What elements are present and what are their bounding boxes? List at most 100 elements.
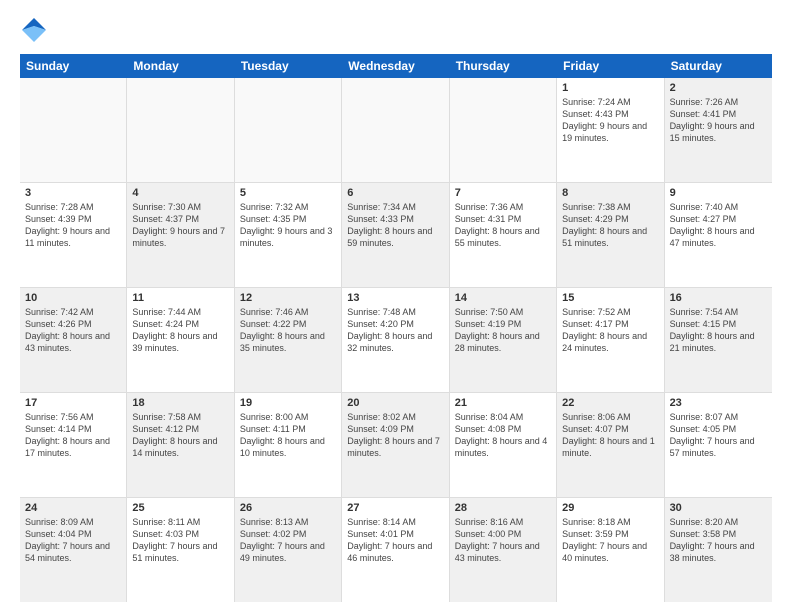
- cell-info: Sunrise: 7:28 AM Sunset: 4:39 PM Dayligh…: [25, 201, 121, 250]
- calendar-cell-2-1: 11 Sunrise: 7:44 AM Sunset: 4:24 PM Dayli…: [127, 288, 234, 392]
- day-number: 4: [132, 187, 228, 199]
- calendar-cell-4-3: 27 Sunrise: 8:14 AM Sunset: 4:01 PM Dayli…: [342, 498, 449, 602]
- calendar-cell-2-5: 15 Sunrise: 7:52 AM Sunset: 4:17 PM Dayli…: [557, 288, 664, 392]
- calendar-cell-0-0: [20, 78, 127, 182]
- logo: [20, 16, 52, 44]
- cell-info: Sunrise: 7:46 AM Sunset: 4:22 PM Dayligh…: [240, 306, 336, 355]
- calendar-cell-2-6: 16Sunrise: 7:54 AM Sunset: 4:15 PM Dayli…: [665, 288, 772, 392]
- calendar-cell-0-1: [127, 78, 234, 182]
- calendar-cell-4-4: 28 Sunrise: 8:16 AM Sunset: 4:00 PM Dayli…: [450, 498, 557, 602]
- day-number: 8: [562, 187, 658, 199]
- calendar-cell-4-0: 24 Sunrise: 8:09 AM Sunset: 4:04 PM Dayli…: [20, 498, 127, 602]
- cell-info: Sunrise: 7:44 AM Sunset: 4:24 PM Dayligh…: [132, 306, 228, 355]
- calendar-cell-4-2: 26 Sunrise: 8:13 AM Sunset: 4:02 PM Dayli…: [235, 498, 342, 602]
- day-number: 28: [455, 502, 551, 514]
- day-number: 22: [562, 397, 658, 409]
- weekday-header-wednesday: Wednesday: [342, 54, 449, 78]
- cell-info: Sunrise: 7:54 AM Sunset: 4:15 PM Dayligh…: [670, 306, 767, 355]
- calendar-cell-2-2: 12 Sunrise: 7:46 AM Sunset: 4:22 PM Dayli…: [235, 288, 342, 392]
- day-number: 17: [25, 397, 121, 409]
- cell-info: Sunrise: 8:20 AM Sunset: 3:58 PM Dayligh…: [670, 516, 767, 565]
- day-number: 14: [455, 292, 551, 304]
- calendar-cell-0-2: [235, 78, 342, 182]
- cell-info: Sunrise: 8:11 AM Sunset: 4:03 PM Dayligh…: [132, 516, 228, 565]
- weekday-header-monday: Monday: [127, 54, 234, 78]
- cell-info: Sunrise: 8:16 AM Sunset: 4:00 PM Dayligh…: [455, 516, 551, 565]
- day-number: 5: [240, 187, 336, 199]
- day-number: 26: [240, 502, 336, 514]
- calendar-cell-1-5: 8Sunrise: 7:38 AM Sunset: 4:29 PM Daylig…: [557, 183, 664, 287]
- cell-info: Sunrise: 7:58 AM Sunset: 4:12 PM Dayligh…: [132, 411, 228, 460]
- cell-info: Sunrise: 7:30 AM Sunset: 4:37 PM Dayligh…: [132, 201, 228, 250]
- day-number: 3: [25, 187, 121, 199]
- day-number: 24: [25, 502, 121, 514]
- cell-info: Sunrise: 8:14 AM Sunset: 4:01 PM Dayligh…: [347, 516, 443, 565]
- cell-info: Sunrise: 7:48 AM Sunset: 4:20 PM Dayligh…: [347, 306, 443, 355]
- page: SundayMondayTuesdayWednesdayThursdayFrid…: [0, 0, 792, 612]
- day-number: 15: [562, 292, 658, 304]
- cell-info: Sunrise: 7:42 AM Sunset: 4:26 PM Dayligh…: [25, 306, 121, 355]
- cell-info: Sunrise: 7:52 AM Sunset: 4:17 PM Dayligh…: [562, 306, 658, 355]
- calendar-cell-1-3: 6Sunrise: 7:34 AM Sunset: 4:33 PM Daylig…: [342, 183, 449, 287]
- calendar-cell-3-1: 18 Sunrise: 7:58 AM Sunset: 4:12 PM Dayli…: [127, 393, 234, 497]
- day-number: 19: [240, 397, 336, 409]
- weekday-header-sunday: Sunday: [20, 54, 127, 78]
- cell-info: Sunrise: 8:13 AM Sunset: 4:02 PM Dayligh…: [240, 516, 336, 565]
- cell-info: Sunrise: 7:24 AM Sunset: 4:43 PM Dayligh…: [562, 96, 658, 145]
- cell-info: Sunrise: 7:40 AM Sunset: 4:27 PM Dayligh…: [670, 201, 767, 250]
- calendar-cell-2-3: 13 Sunrise: 7:48 AM Sunset: 4:20 PM Dayli…: [342, 288, 449, 392]
- day-number: 21: [455, 397, 551, 409]
- cell-info: Sunrise: 8:06 AM Sunset: 4:07 PM Dayligh…: [562, 411, 658, 460]
- day-number: 20: [347, 397, 443, 409]
- calendar-cell-0-4: [450, 78, 557, 182]
- cell-info: Sunrise: 8:04 AM Sunset: 4:08 PM Dayligh…: [455, 411, 551, 460]
- calendar-cell-1-2: 5 Sunrise: 7:32 AM Sunset: 4:35 PM Daylig…: [235, 183, 342, 287]
- day-number: 29: [562, 502, 658, 514]
- day-number: 27: [347, 502, 443, 514]
- day-number: 25: [132, 502, 228, 514]
- day-number: 2: [670, 82, 767, 94]
- day-number: 18: [132, 397, 228, 409]
- calendar-row-4: 24 Sunrise: 8:09 AM Sunset: 4:04 PM Dayli…: [20, 498, 772, 602]
- calendar-cell-1-1: 4 Sunrise: 7:30 AM Sunset: 4:37 PM Daylig…: [127, 183, 234, 287]
- cell-info: Sunrise: 7:56 AM Sunset: 4:14 PM Dayligh…: [25, 411, 121, 460]
- day-number: 7: [455, 187, 551, 199]
- cell-info: Sunrise: 7:50 AM Sunset: 4:19 PM Dayligh…: [455, 306, 551, 355]
- day-number: 30: [670, 502, 767, 514]
- cell-info: Sunrise: 7:26 AM Sunset: 4:41 PM Dayligh…: [670, 96, 767, 145]
- calendar-cell-0-6: 2 Sunrise: 7:26 AM Sunset: 4:41 PM Daylig…: [665, 78, 772, 182]
- day-number: 1: [562, 82, 658, 94]
- cell-info: Sunrise: 8:07 AM Sunset: 4:05 PM Dayligh…: [670, 411, 767, 460]
- cell-info: Sunrise: 8:00 AM Sunset: 4:11 PM Dayligh…: [240, 411, 336, 460]
- calendar-cell-3-6: 23Sunrise: 8:07 AM Sunset: 4:05 PM Dayli…: [665, 393, 772, 497]
- weekday-header-friday: Friday: [557, 54, 664, 78]
- calendar-cell-2-4: 14 Sunrise: 7:50 AM Sunset: 4:19 PM Dayli…: [450, 288, 557, 392]
- day-number: 12: [240, 292, 336, 304]
- calendar-body: 1 Sunrise: 7:24 AM Sunset: 4:43 PM Daylig…: [20, 78, 772, 602]
- day-number: 11: [132, 292, 228, 304]
- calendar-cell-3-3: 20Sunrise: 8:02 AM Sunset: 4:09 PM Dayli…: [342, 393, 449, 497]
- logo-icon: [20, 16, 48, 44]
- calendar-cell-4-5: 29Sunrise: 8:18 AM Sunset: 3:59 PM Dayli…: [557, 498, 664, 602]
- calendar-cell-2-0: 10Sunrise: 7:42 AM Sunset: 4:26 PM Dayli…: [20, 288, 127, 392]
- calendar-cell-3-2: 19 Sunrise: 8:00 AM Sunset: 4:11 PM Dayli…: [235, 393, 342, 497]
- cell-info: Sunrise: 7:34 AM Sunset: 4:33 PM Dayligh…: [347, 201, 443, 250]
- calendar-row-0: 1 Sunrise: 7:24 AM Sunset: 4:43 PM Daylig…: [20, 78, 772, 183]
- calendar: SundayMondayTuesdayWednesdayThursdayFrid…: [20, 54, 772, 602]
- weekday-header-tuesday: Tuesday: [235, 54, 342, 78]
- calendar-cell-1-0: 3 Sunrise: 7:28 AM Sunset: 4:39 PM Daylig…: [20, 183, 127, 287]
- calendar-row-3: 17 Sunrise: 7:56 AM Sunset: 4:14 PM Dayli…: [20, 393, 772, 498]
- weekday-header-thursday: Thursday: [450, 54, 557, 78]
- calendar-cell-1-4: 7 Sunrise: 7:36 AM Sunset: 4:31 PM Daylig…: [450, 183, 557, 287]
- cell-info: Sunrise: 7:32 AM Sunset: 4:35 PM Dayligh…: [240, 201, 336, 250]
- cell-info: Sunrise: 8:09 AM Sunset: 4:04 PM Dayligh…: [25, 516, 121, 565]
- calendar-header: SundayMondayTuesdayWednesdayThursdayFrid…: [20, 54, 772, 78]
- calendar-row-1: 3 Sunrise: 7:28 AM Sunset: 4:39 PM Daylig…: [20, 183, 772, 288]
- calendar-cell-4-6: 30 Sunrise: 8:20 AM Sunset: 3:58 PM Dayli…: [665, 498, 772, 602]
- cell-info: Sunrise: 7:36 AM Sunset: 4:31 PM Dayligh…: [455, 201, 551, 250]
- day-number: 13: [347, 292, 443, 304]
- calendar-cell-0-5: 1 Sunrise: 7:24 AM Sunset: 4:43 PM Daylig…: [557, 78, 664, 182]
- weekday-header-saturday: Saturday: [665, 54, 772, 78]
- calendar-cell-3-0: 17 Sunrise: 7:56 AM Sunset: 4:14 PM Dayli…: [20, 393, 127, 497]
- calendar-cell-3-4: 21 Sunrise: 8:04 AM Sunset: 4:08 PM Dayli…: [450, 393, 557, 497]
